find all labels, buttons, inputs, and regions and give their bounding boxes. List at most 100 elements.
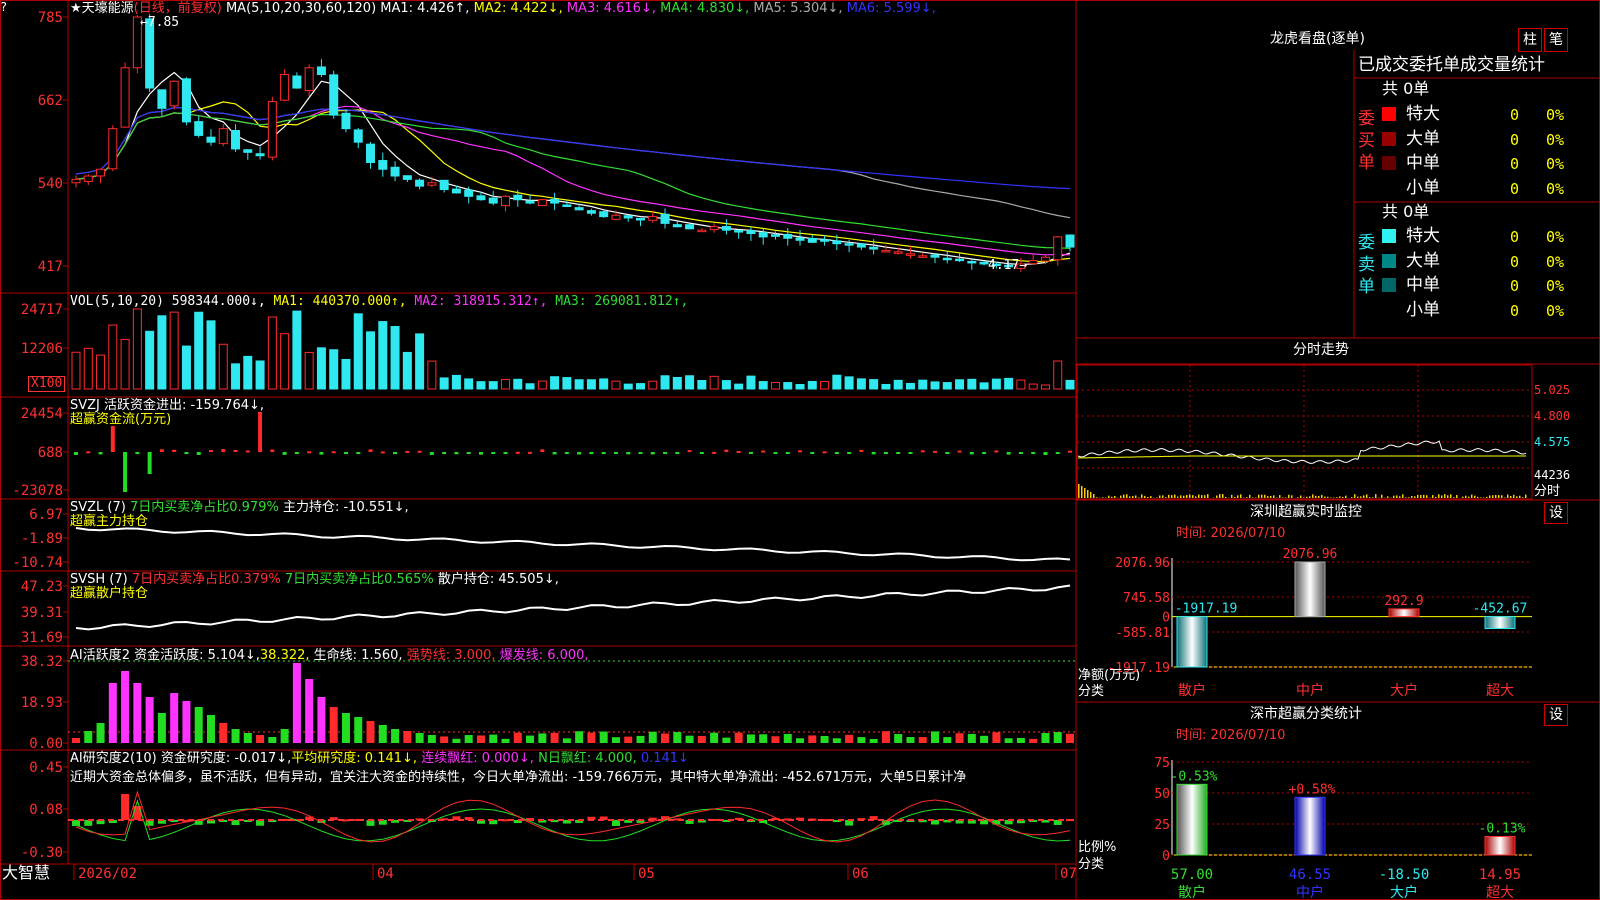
activity-bar	[796, 738, 805, 743]
volume-unit[interactable]: X100	[28, 376, 66, 392]
svzj-bar	[810, 452, 815, 454]
activity-bar	[550, 732, 559, 743]
intraday-volume-bar	[1489, 495, 1491, 498]
classify-date: 时间: 2026/07/10	[1176, 728, 1286, 743]
activity-bar	[268, 737, 277, 743]
classify-value-label: 14.95	[1479, 867, 1521, 883]
volume-bar	[820, 381, 830, 390]
intraday-volume-bar	[1177, 496, 1179, 498]
order-percent: 0%	[1546, 106, 1565, 124]
order-row: 小单 0 0%	[1380, 177, 1600, 199]
svzj-subtitle: 超赢资金流(万元)	[70, 412, 172, 427]
volume-bar	[586, 379, 596, 390]
intraday-volume-bar	[1159, 495, 1161, 498]
intraday-volume-bar	[1363, 495, 1365, 498]
intraday-volume-bar	[1273, 495, 1275, 498]
classify-settings-button[interactable]: 设	[1544, 704, 1568, 726]
classify-change-label: +0.58%	[1289, 782, 1336, 797]
candle-body	[316, 66, 326, 76]
volume-bar	[881, 383, 891, 390]
svzj-bar	[785, 452, 790, 454]
monitor-date: 时间: 2026/07/10	[1176, 526, 1286, 541]
color-swatch	[1382, 181, 1396, 195]
intraday-volume-bar	[1162, 495, 1164, 498]
candle-body	[341, 112, 351, 130]
activity-bar	[1016, 737, 1025, 743]
svsh-header: SVSH (7) 7日内买卖净占比0.379% 7日内买卖净占比0.565% 散…	[70, 572, 559, 587]
svzl-header: SVZL (7) 7日内买卖净占比0.979% 主力持仓: -10.551↓,	[70, 500, 409, 515]
activity-bar	[378, 725, 387, 743]
intraday-volume-bar	[1420, 494, 1422, 498]
svzj-bar	[933, 450, 938, 453]
svzj-bar	[74, 452, 78, 455]
svzj-bar	[393, 452, 398, 455]
candle-body	[427, 182, 437, 186]
color-swatch	[1382, 278, 1396, 292]
svzj-bar	[1043, 452, 1048, 455]
research-bar	[121, 794, 130, 820]
volume-bar	[96, 354, 106, 390]
activity-bar	[1004, 738, 1013, 743]
svsh-ratio-1: 7日内买卖净占比0.379%	[131, 572, 281, 587]
volume-bar	[967, 378, 977, 390]
svzj-bar	[712, 451, 717, 454]
intraday-volume-bar	[1315, 495, 1317, 498]
candle-body	[599, 211, 609, 218]
intraday-corner: 分时	[1534, 484, 1561, 499]
candle-body	[881, 249, 891, 253]
candle-body	[721, 226, 731, 231]
svzj-bar	[896, 452, 901, 454]
volume-bar	[942, 382, 952, 390]
corner-mark[interactable]: ?	[0, 0, 7, 15]
volume-bar	[685, 375, 695, 390]
svzj-bar	[442, 452, 447, 454]
svzl-y-tick: -10.74	[12, 555, 63, 571]
bar-view-button[interactable]: 柱	[1518, 28, 1542, 52]
volume-bar	[1053, 360, 1063, 390]
intraday-volume-bar	[1417, 494, 1419, 498]
intraday-volume-bar	[1411, 495, 1413, 498]
volume-bar	[513, 378, 523, 390]
vol-value-2: MA1: 440370.000↑,	[273, 294, 415, 309]
volume-bar	[1016, 379, 1026, 390]
color-swatch	[1382, 107, 1396, 121]
intraday-price-tick-3: 4.575	[1534, 435, 1571, 449]
svzj-bar	[736, 450, 741, 453]
activity-bar	[256, 735, 265, 743]
activity-bar	[305, 679, 314, 743]
tick-view-button[interactable]: 笔	[1544, 28, 1568, 52]
activity-bar	[170, 693, 179, 743]
intraday-volume-bar	[1168, 494, 1170, 498]
intraday-volume-bar	[1267, 496, 1269, 498]
volume-bar	[955, 379, 965, 390]
candle-body	[378, 160, 388, 170]
activity-bar	[538, 733, 547, 743]
order-type-label: 特大	[1406, 226, 1440, 246]
activity-bar	[869, 738, 878, 743]
candle-body	[439, 179, 449, 191]
candle-body	[280, 74, 290, 101]
activity-bar	[96, 723, 105, 743]
intraday-volume-bar	[1438, 494, 1440, 498]
activity-bar	[317, 697, 326, 743]
volume-bar	[402, 351, 412, 390]
activity-bar	[354, 717, 363, 743]
activity-bar	[145, 697, 154, 743]
intraday-volume-bar	[1360, 496, 1362, 498]
candle-body	[746, 230, 756, 235]
price-y-tick: 785	[38, 10, 63, 26]
svsh-y-tick: 47.23	[21, 579, 63, 595]
candle-body	[402, 175, 412, 180]
intraday-volume-bar	[1225, 496, 1227, 498]
monitor-settings-button[interactable]: 设	[1544, 502, 1568, 524]
volume-bar	[660, 375, 670, 390]
ai-active-burst: 爆发线: 6.000,	[499, 648, 589, 663]
candle-body	[893, 251, 903, 254]
ma-value-6: MA6: 5.599↓,	[846, 1, 936, 16]
intraday-volume-bar	[1324, 496, 1326, 498]
svzj-bar	[1031, 452, 1036, 454]
intraday-volume-bar	[1096, 497, 1098, 498]
volume-bar	[231, 363, 241, 390]
activity-bar	[476, 735, 485, 743]
intraday-volume-bar	[1111, 496, 1113, 498]
